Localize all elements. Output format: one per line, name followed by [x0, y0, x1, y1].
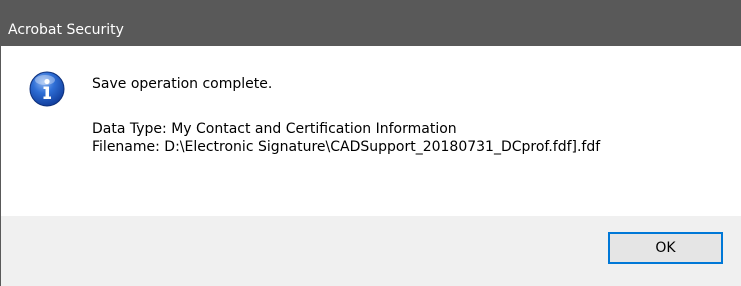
title-bar[interactable]: Acrobat Security: [0, 0, 741, 46]
message-text: Save operation complete.: [92, 76, 273, 92]
ok-button-label: OK: [655, 240, 676, 256]
data-type-text: Data Type: My Contact and Certification …: [92, 121, 457, 137]
window-title: Acrobat Security: [8, 22, 124, 38]
filename-text: Filename: D:\Electronic Signature\CADSup…: [92, 139, 601, 155]
info-icon: [29, 71, 65, 107]
message-dialog: Acrobat Security Save operation complete…: [0, 0, 741, 286]
ok-button[interactable]: OK: [608, 232, 723, 264]
